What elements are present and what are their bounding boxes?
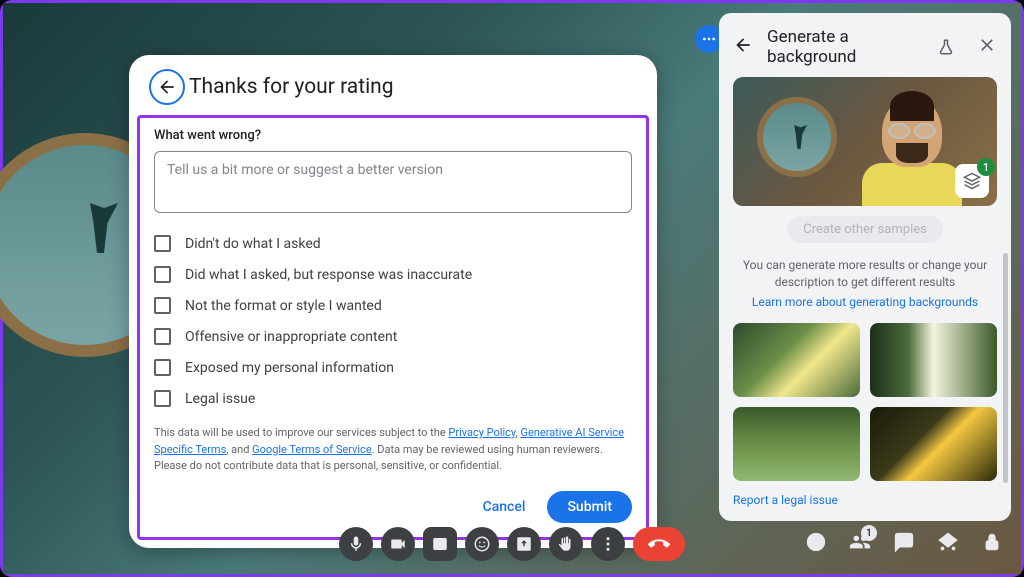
sidepanel-title: Generate a background: [767, 27, 923, 67]
disclaimer-text: This data will be used to improve our se…: [154, 425, 632, 475]
camera-button[interactable]: [381, 527, 415, 561]
checkbox-icon: [154, 359, 171, 376]
background-thumbnails: [733, 323, 997, 481]
learn-more-link[interactable]: Learn more about generating backgrounds: [733, 295, 997, 309]
hangup-button[interactable]: [633, 527, 685, 561]
flask-icon: [937, 38, 955, 56]
privacy-policy-link[interactable]: Privacy Policy: [448, 426, 515, 439]
more-button[interactable]: [591, 527, 625, 561]
option-inaccurate[interactable]: Did what I asked, but response was inacc…: [154, 266, 632, 283]
bg-bird-silhouette: [83, 203, 118, 253]
submit-button[interactable]: Submit: [547, 491, 632, 523]
mic-button[interactable]: [339, 527, 373, 561]
option-offensive[interactable]: Offensive or inappropriate content: [154, 328, 632, 345]
sidepanel-description: You can generate more results or change …: [733, 257, 997, 291]
tos-link[interactable]: Google Terms of Service: [252, 443, 372, 456]
participants-count-badge: 1: [861, 525, 877, 541]
bottom-toolbar: 1: [3, 522, 1021, 566]
participants-button[interactable]: 1: [849, 531, 871, 557]
activities-button[interactable]: [937, 531, 959, 557]
dialog-title: Thanks for your rating: [189, 75, 394, 99]
rating-feedback-dialog: Thanks for your rating What went wrong? …: [129, 55, 657, 548]
captions-button[interactable]: [423, 527, 457, 561]
back-button[interactable]: [149, 69, 185, 105]
checkbox-icon: [154, 235, 171, 252]
option-didnt-do[interactable]: Didn't do what I asked: [154, 235, 632, 252]
present-button[interactable]: [507, 527, 541, 561]
checkbox-icon: [154, 266, 171, 283]
dialog-body: What went wrong? Didn't do what I asked …: [137, 115, 649, 540]
bg-thumbnail-3[interactable]: [733, 407, 860, 481]
sidepanel-header: Generate a background: [733, 27, 997, 67]
bg-thumbnail-1[interactable]: [733, 323, 860, 397]
dialog-actions: Cancel Submit: [154, 491, 632, 523]
bg-thumbnail-4[interactable]: [870, 407, 997, 481]
option-legal[interactable]: Legal issue: [154, 390, 632, 407]
reactions-button[interactable]: [465, 527, 499, 561]
toolbar-right: 1: [805, 531, 1003, 557]
sidepanel-back-button[interactable]: [733, 35, 753, 59]
section-label: What went wrong?: [154, 128, 632, 143]
checkbox-icon: [154, 297, 171, 314]
close-button[interactable]: [977, 35, 997, 59]
create-samples-chip[interactable]: Create other samples: [787, 216, 943, 243]
dialog-header: Thanks for your rating: [129, 55, 657, 115]
background-preview[interactable]: 1: [733, 77, 997, 206]
generate-background-panel: Generate a background 1 Create other sam…: [719, 13, 1011, 521]
option-format[interactable]: Not the format or style I wanted: [154, 297, 632, 314]
option-personal-info[interactable]: Exposed my personal information: [154, 359, 632, 376]
raise-hand-button[interactable]: [549, 527, 583, 561]
report-legal-link[interactable]: Report a legal issue: [733, 481, 997, 507]
layers-count-badge: 1: [977, 158, 995, 176]
checkbox-icon: [154, 328, 171, 345]
bg-thumbnail-2[interactable]: [870, 323, 997, 397]
checkbox-icon: [154, 390, 171, 407]
info-button[interactable]: [805, 531, 827, 557]
preview-person: [857, 97, 967, 206]
host-controls-button[interactable]: [981, 531, 1003, 557]
chat-button[interactable]: [893, 531, 915, 557]
feedback-textarea[interactable]: [154, 151, 632, 213]
feedback-options-list: Didn't do what I asked Did what I asked,…: [154, 235, 632, 407]
toolbar-center: [339, 527, 685, 561]
layers-button[interactable]: 1: [955, 164, 989, 198]
cancel-button[interactable]: Cancel: [469, 491, 540, 523]
scrollbar[interactable]: [1003, 253, 1008, 483]
